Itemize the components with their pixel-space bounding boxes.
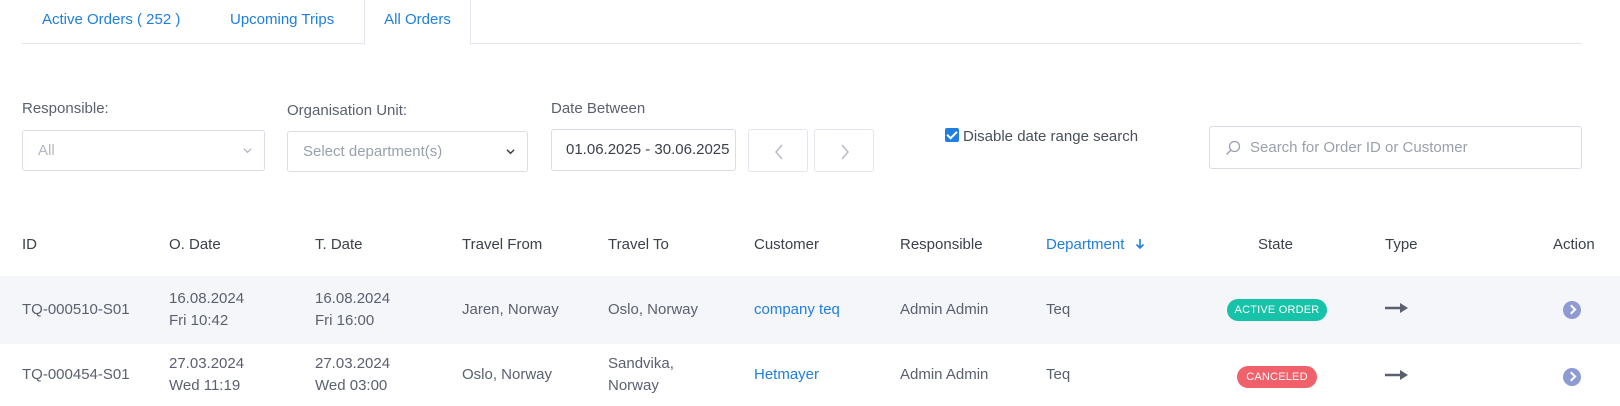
travel-from: Jaren, Norway	[462, 301, 559, 318]
open-order-icon[interactable]	[1563, 368, 1581, 386]
order-tabs: Active Orders ( 252 ) Upcoming Trips All…	[22, 0, 1582, 45]
organisation-unit-select[interactable]: Select department(s)	[287, 131, 528, 172]
order-id: TQ-000454-S01	[22, 366, 130, 383]
status-badge: ACTIVE ORDER	[1227, 299, 1327, 321]
search-icon	[1226, 140, 1241, 155]
chevron-down-icon	[243, 148, 252, 154]
customer-link[interactable]: company teq	[754, 299, 840, 321]
department: Teq	[1046, 301, 1071, 318]
organisation-unit-label: Organisation Unit:	[287, 102, 408, 119]
column-header-customer[interactable]: Customer	[754, 236, 819, 253]
column-header-type[interactable]: Type	[1385, 236, 1418, 253]
date-between-label: Date Between	[551, 100, 646, 117]
disable-date-range-label: Disable date range search	[963, 128, 1139, 145]
date-range-input[interactable]: 01.06.2025 - 30.06.2025	[551, 129, 736, 171]
travel-from: Oslo, Norway	[462, 366, 553, 383]
status-badge: CANCELED	[1237, 366, 1317, 388]
chevron-down-icon	[506, 149, 515, 155]
responsible: Admin Admin	[900, 366, 989, 383]
search-input[interactable]	[1250, 127, 1570, 168]
column-header-travel-to[interactable]: Travel To	[608, 236, 669, 253]
tab-upcoming-trips[interactable]: Upcoming Trips	[230, 0, 334, 44]
responsible-select[interactable]: All	[22, 130, 265, 171]
table-row[interactable]: TQ-000510-S01 16.08.2024 Fri 10:42 16.08.…	[0, 276, 1620, 344]
column-header-id[interactable]: ID	[22, 236, 37, 253]
chevron-left-icon	[775, 144, 783, 160]
travel-to: Sandvika, Norway	[608, 355, 674, 394]
tab-active-orders[interactable]: Active Orders ( 252 )	[42, 0, 180, 44]
travel-date: 16.08.2024 Fri 16:00	[315, 290, 391, 329]
responsible-label: Responsible:	[22, 100, 109, 117]
table-row[interactable]: TQ-000454-S01 27.03.2024 Wed 11:19 27.03.…	[0, 344, 1620, 406]
column-header-order-date[interactable]: O. Date	[169, 236, 221, 253]
travel-to: Oslo, Norway	[608, 301, 699, 318]
tab-all-orders[interactable]: All Orders	[364, 0, 471, 45]
column-header-department[interactable]: Department	[1046, 236, 1145, 253]
order-search[interactable]	[1209, 126, 1582, 169]
open-order-icon[interactable]	[1563, 301, 1581, 319]
responsible-select-value: All	[38, 142, 55, 159]
travel-date: 27.03.2024 Wed 03:00	[315, 355, 391, 394]
column-header-action[interactable]: Action	[1553, 236, 1595, 253]
arrow-right-icon	[1385, 303, 1408, 313]
next-range-button[interactable]	[814, 129, 874, 172]
order-date: 16.08.2024 Fri 10:42	[169, 290, 245, 329]
arrow-right-icon	[1385, 370, 1408, 380]
disable-date-range-toggle[interactable]: Disable date range search	[945, 128, 1138, 145]
order-id: TQ-000510-S01	[22, 301, 130, 318]
previous-range-button[interactable]	[748, 129, 808, 172]
column-header-responsible[interactable]: Responsible	[900, 236, 983, 253]
chevron-right-icon	[841, 144, 849, 160]
responsible: Admin Admin	[900, 301, 989, 318]
customer-link[interactable]: Hetmayer	[754, 364, 819, 386]
organisation-unit-placeholder: Select department(s)	[303, 143, 443, 160]
order-date: 27.03.2024 Wed 11:19	[169, 355, 245, 394]
department: Teq	[1046, 366, 1071, 383]
department-header-label: Department	[1046, 236, 1125, 253]
column-header-state[interactable]: State	[1258, 236, 1293, 253]
disable-date-range-checkbox[interactable]	[945, 128, 959, 142]
column-header-travel-date[interactable]: T. Date	[315, 236, 363, 253]
column-header-travel-from[interactable]: Travel From	[462, 236, 542, 253]
arrow-down-icon	[1135, 239, 1144, 250]
